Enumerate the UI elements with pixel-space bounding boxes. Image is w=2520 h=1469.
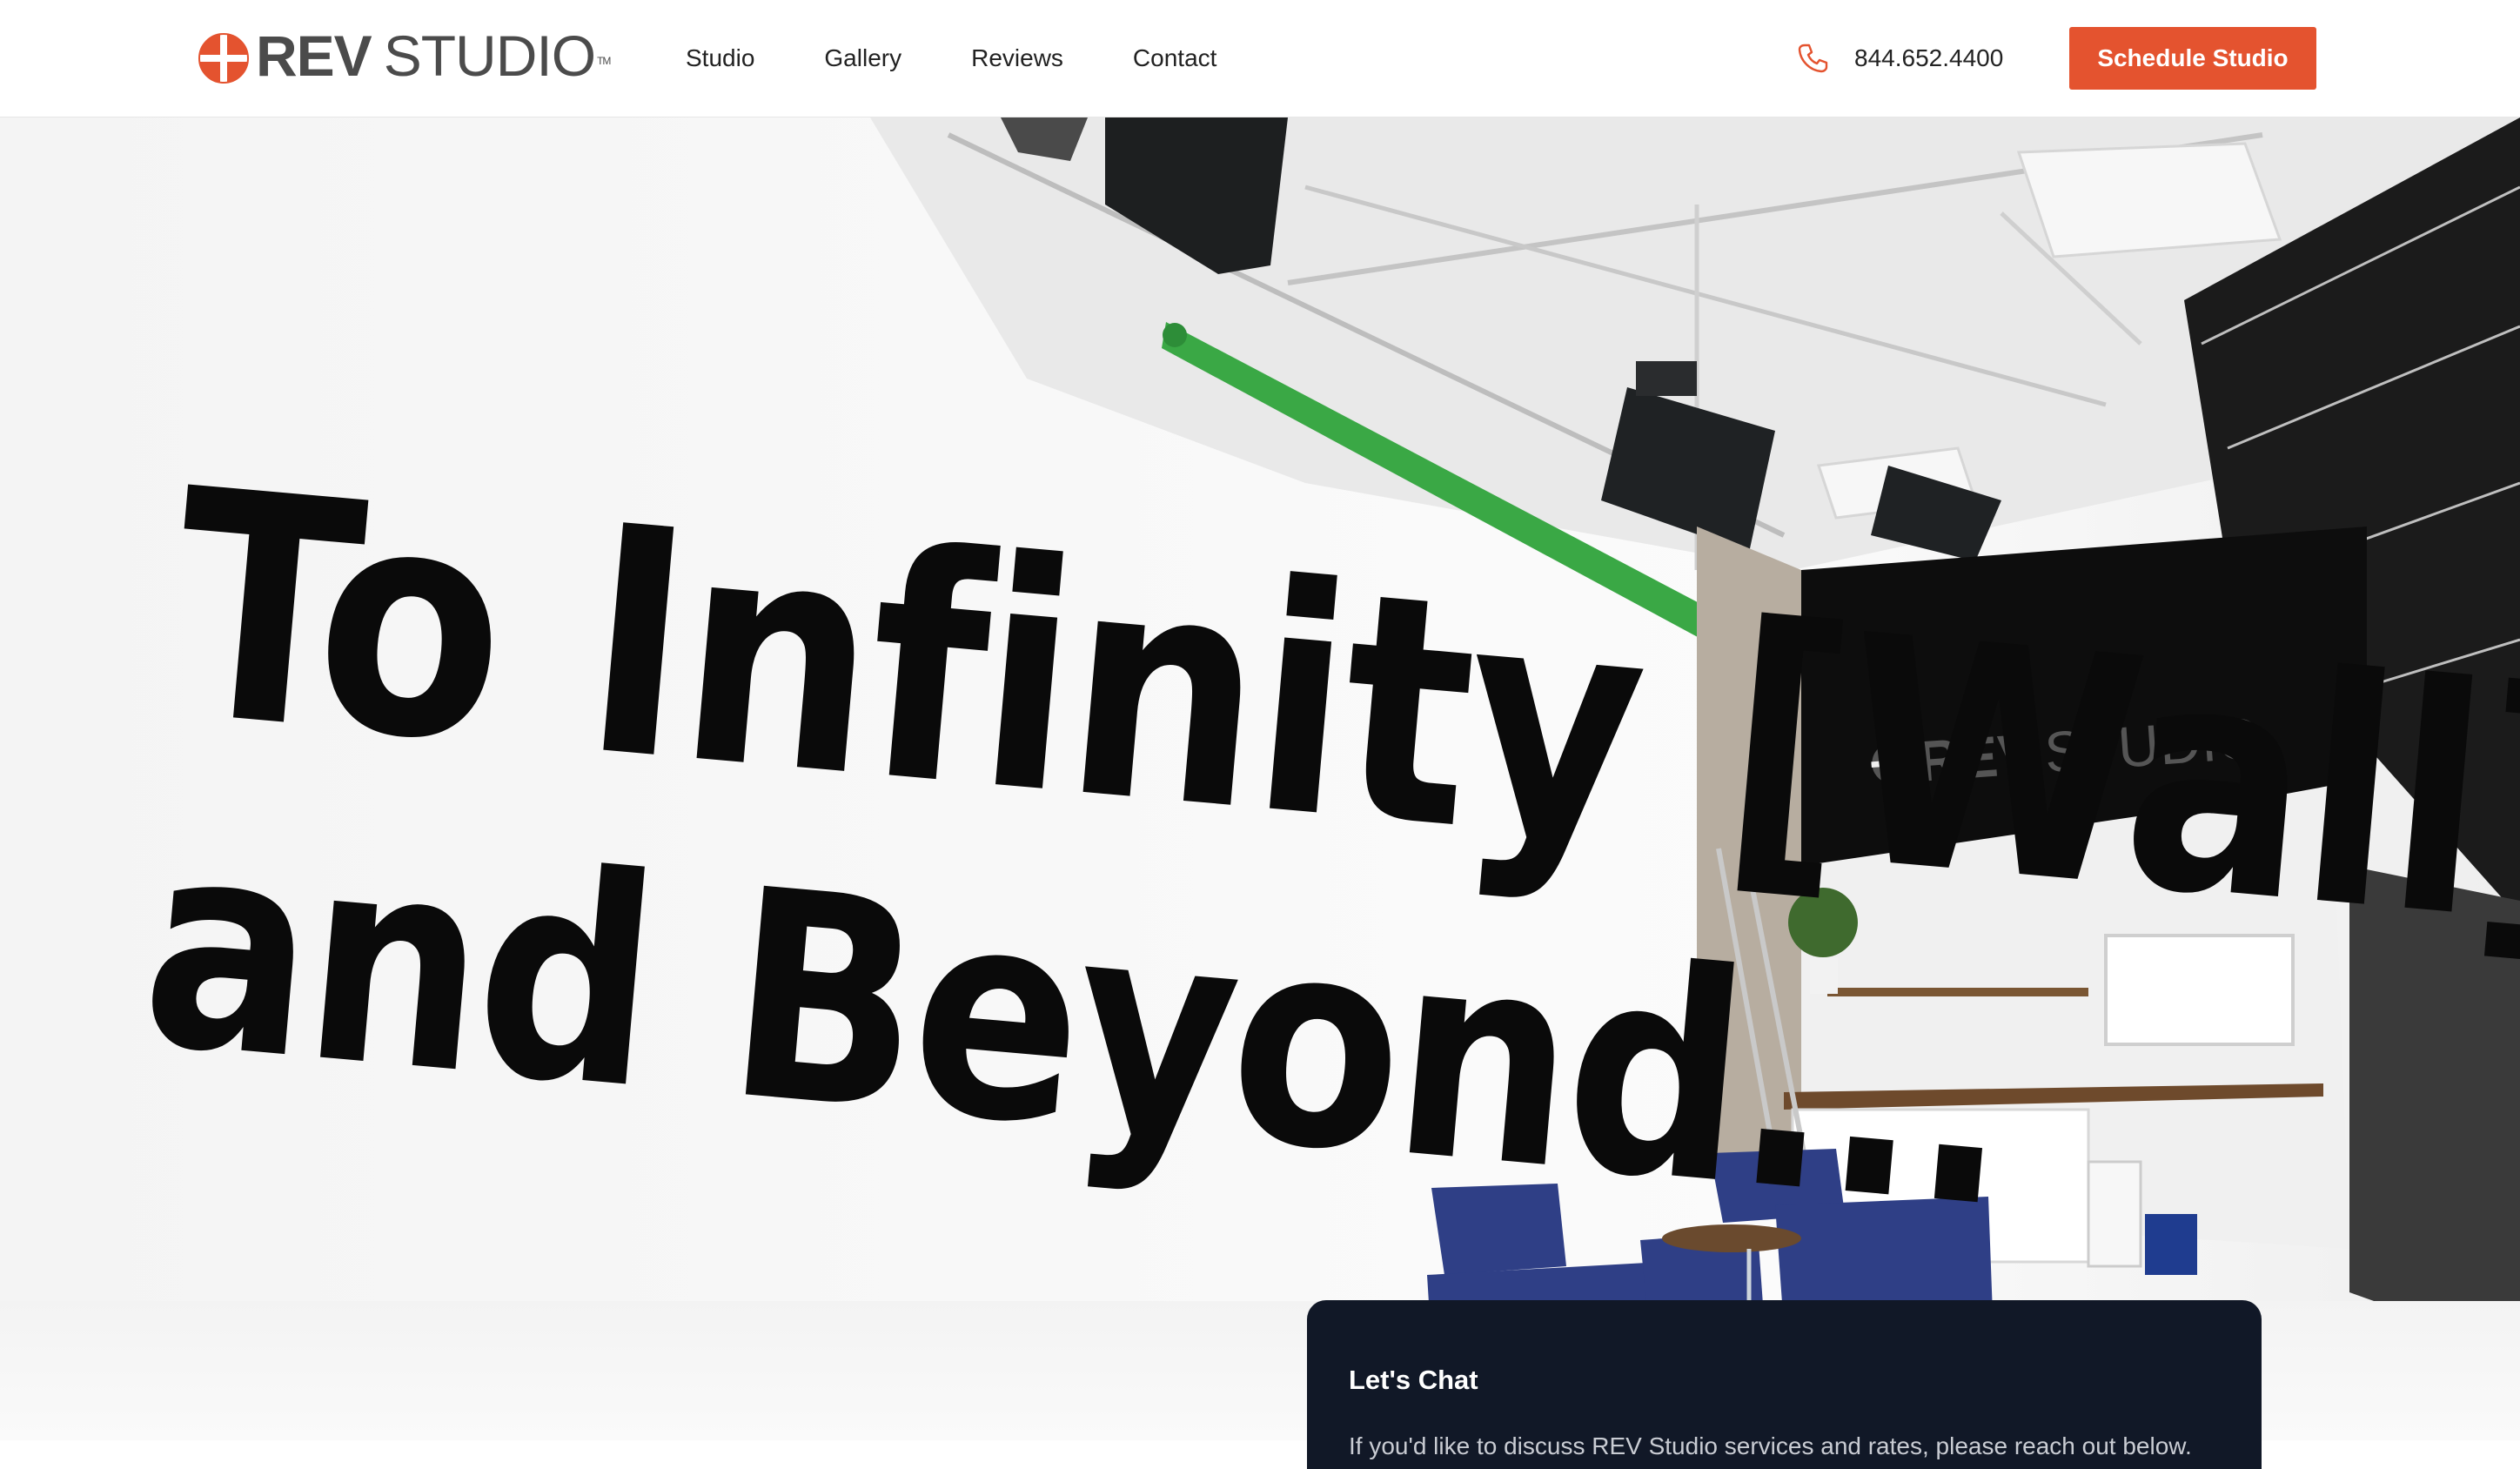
phone-icon <box>1798 44 1828 73</box>
phone-number: 844.652.4400 <box>1854 44 2004 71</box>
chat-title: Let's Chat <box>1349 1365 1478 1395</box>
nav-link-contact[interactable]: Contact <box>1133 40 1217 77</box>
site-header: REV STUDIO TM Studio Gallery Reviews Con… <box>0 0 2520 117</box>
logo-trademark: TM <box>597 55 611 67</box>
schedule-studio-button[interactable]: Schedule Studio <box>2069 27 2316 90</box>
chat-description: If you'd like to discuss REV Studio serv… <box>1349 1432 2192 1459</box>
rev-studio-logo[interactable]: REV STUDIO TM <box>198 23 611 88</box>
hero-section: REV STUDIO To Infinity [Wall] and Beyond… <box>0 117 2520 1440</box>
lets-chat-card: Let's Chat If you'd like to discuss REV … <box>1307 1300 2262 1469</box>
main-nav: Studio Gallery Reviews Contact <box>686 40 1216 77</box>
nav-link-studio[interactable]: Studio <box>686 40 754 77</box>
logo-studio-text: STUDIO <box>383 23 596 88</box>
nav-link-gallery[interactable]: Gallery <box>824 40 901 77</box>
logo-mark-icon <box>198 33 249 84</box>
nav-link-reviews[interactable]: Reviews <box>971 40 1063 77</box>
phone-link[interactable]: 844.652.4400 <box>1795 40 2003 77</box>
logo-rev-text: REV <box>256 23 372 88</box>
logo-wordmark: REV STUDIO TM <box>256 23 611 88</box>
